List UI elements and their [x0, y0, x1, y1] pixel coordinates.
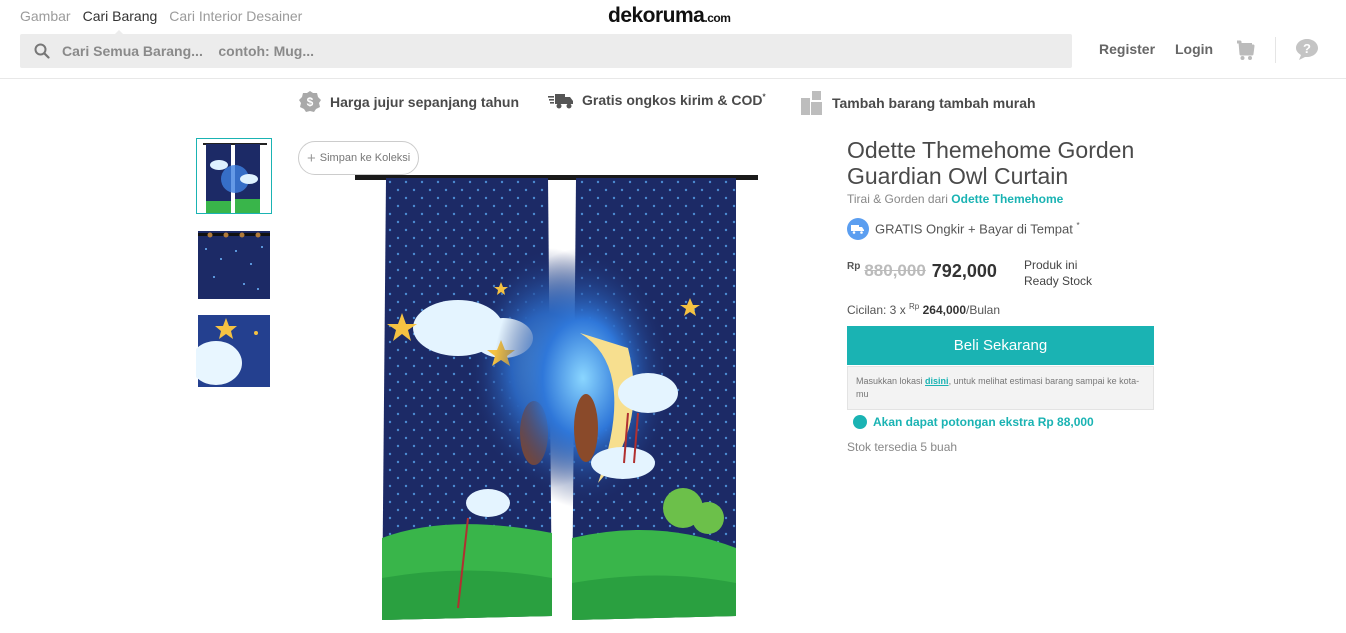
extra-discount-info: Akan dapat potongan ekstra Rp 88,000 — [853, 415, 1094, 429]
register-link[interactable]: Register — [1099, 41, 1155, 57]
price-row: Rp 880,000 792,000 — [847, 258, 997, 282]
currency-label: Rp — [847, 261, 861, 272]
free-shipping-asterisk: * — [1076, 221, 1080, 231]
thumbnail-2[interactable] — [196, 229, 272, 305]
usp-free-shipping-label: Gratis ongkos kirim & COD* — [582, 92, 766, 108]
search-bar — [20, 34, 1072, 68]
stock-available: Stok tersedia 5 buah — [847, 440, 958, 454]
header-divider — [1275, 37, 1276, 63]
shipping-truck-icon — [847, 218, 869, 240]
brand-link[interactable]: Odette Themehome — [951, 192, 1063, 206]
product-title: Odette Themehome Gorden Guardian Owl Cur… — [847, 137, 1135, 189]
category-prefix: Tirai & Gorden dari — [847, 192, 948, 206]
stacked-boxes-icon — [801, 91, 822, 115]
usp-bundle-discount: Tambah barang tambah murah — [800, 90, 1036, 116]
curtain-top-detail-image — [196, 229, 272, 305]
free-shipping-badge: GRATIS Ongkir + Bayar di Tempat * — [847, 218, 1080, 240]
ready-stock-line-2: Ready Stock — [1024, 274, 1093, 288]
tab-gambar[interactable]: Gambar — [20, 8, 71, 24]
save-to-collection-label: Simpan ke Koleksi — [319, 152, 411, 164]
search-tabs: Gambar Cari Barang Cari Interior Desaine… — [20, 8, 302, 36]
usp-bundle-discount-label: Tambah barang tambah murah — [832, 95, 1036, 111]
ready-stock-line-1: Produk ini — [1024, 258, 1078, 272]
location-link[interactable]: disini — [925, 376, 949, 386]
installment-suffix: /Bulan — [966, 303, 1001, 317]
plus-icon: + — [307, 149, 316, 167]
installment-currency: Rp — [909, 302, 920, 311]
product-category: Tirai & Gorden dari Odette Themehome — [847, 192, 1063, 206]
free-shipping-label: GRATIS Ongkir + Bayar di Tempat — [875, 221, 1073, 237]
cart-icon[interactable] — [1235, 38, 1255, 62]
buy-now-button[interactable]: Beli Sekarang — [847, 326, 1154, 365]
discount-badge-icon — [853, 415, 867, 429]
svg-text:$: $ — [307, 95, 314, 109]
cloud-detail-image — [196, 315, 270, 387]
location-text-1: Masukkan lokasi — [856, 376, 923, 386]
installment-prefix: Cicilan: 3 x — [847, 303, 906, 317]
extra-discount-text: Akan dapat potongan ekstra Rp 88,000 — [873, 415, 1094, 429]
thumbnail-3[interactable] — [196, 313, 272, 389]
installment-info: Cicilan: 3 x Rp 264,000/Bulan — [847, 302, 1000, 317]
free-shipping-text: GRATIS Ongkir + Bayar di Tempat * — [875, 221, 1080, 236]
help-chat-icon[interactable]: ? — [1295, 38, 1319, 60]
search-icon — [34, 43, 50, 59]
header: Gambar Cari Barang Cari Interior Desaine… — [0, 0, 1346, 79]
search-input[interactable] — [62, 43, 962, 59]
delivery-location-box: Masukkan lokasi disini, untuk melihat es… — [847, 366, 1154, 410]
svg-text:?: ? — [1303, 41, 1311, 56]
usp-honest-price-label: Harga jujur sepanjang tahun — [330, 94, 520, 110]
product-main-image[interactable] — [298, 138, 818, 633]
usp-free-shipping: Gratis ongkos kirim & COD* — [548, 90, 766, 110]
original-price: 880,000 — [864, 261, 926, 280]
save-to-collection-button[interactable]: + Simpan ke Koleksi — [298, 141, 420, 175]
logo-main-text: dekoruma — [608, 4, 705, 27]
usp-honest-price: $ Harga jujur sepanjang tahun — [298, 90, 519, 114]
sale-price: 792,000 — [931, 261, 997, 281]
installment-amount: 264,000 — [922, 303, 966, 317]
site-logo[interactable]: dekoruma.com — [608, 4, 731, 28]
usp-free-shipping-text: Gratis ongkos kirim & COD — [582, 92, 763, 108]
login-link[interactable]: Login — [1175, 41, 1213, 57]
delivery-truck-icon — [548, 94, 573, 109]
ready-stock-note: Produk ini Ready Stock — [1024, 257, 1092, 289]
curtain-thumbnail-image — [197, 139, 271, 213]
logo-suffix: .com — [704, 11, 731, 25]
tab-cari-barang[interactable]: Cari Barang — [83, 8, 157, 36]
tab-cari-interior-desainer[interactable]: Cari Interior Desainer — [169, 8, 302, 24]
thumbnail-1[interactable] — [196, 138, 272, 214]
dollar-badge-icon: $ — [299, 91, 321, 112]
usp-free-shipping-asterisk: * — [762, 92, 766, 102]
